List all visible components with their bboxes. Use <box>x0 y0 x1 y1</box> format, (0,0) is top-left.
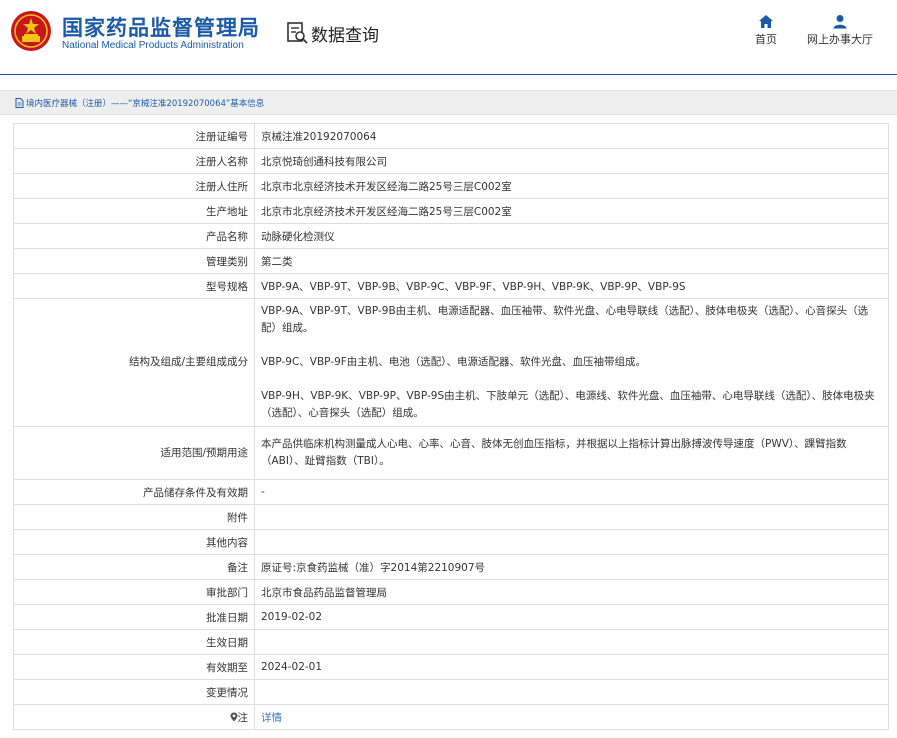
national-emblem-icon <box>11 11 51 51</box>
row-label: 注册人住所 <box>13 173 255 199</box>
pin-icon <box>230 712 237 721</box>
row-value: 详情 <box>254 704 889 730</box>
table-row: 管理类别 第二类 <box>13 248 889 274</box>
row-label: 生效日期 <box>13 629 255 655</box>
breadcrumb-text: 境内医疗器械（注册）——“京械注准20192070064”基本信息 <box>26 98 265 109</box>
row-label: 变更情况 <box>13 679 255 705</box>
table-row: 审批部门 北京市食品药品监督管理局 <box>13 579 889 605</box>
table-row: 产品名称 动脉硬化检测仪 <box>13 223 889 249</box>
row-label: 注 <box>13 704 255 730</box>
row-value: 原证号:京食药监械（准）字2014第2210907号 <box>254 554 889 580</box>
row-value: VBP-9A、VBP-9T、VBP-9B由主机、电源适配器、血压袖带、软件光盘、… <box>254 298 889 427</box>
data-query-title: 数据查询 <box>286 20 379 46</box>
composition-paragraph: VBP-9H、VBP-9K、VBP-9P、VBP-9S由主机、下肢单元（选配）、… <box>261 390 875 419</box>
note-label: 注 <box>237 711 249 724</box>
nav-online-hall-link[interactable]: 网上办事大厅 <box>806 14 874 47</box>
table-row: 生效日期 <box>13 629 889 655</box>
row-label: 注册证编号 <box>13 123 255 149</box>
user-icon <box>833 15 847 29</box>
table-row: 注册人名称 北京悦琦创通科技有限公司 <box>13 148 889 174</box>
table-row: 注册人住所 北京市北京经济技术开发区经海二路25号三层C002室 <box>13 173 889 199</box>
table-row: 型号规格 VBP-9A、VBP-9T、VBP-9B、VBP-9C、VBP-9F、… <box>13 273 889 299</box>
row-value: - <box>254 479 889 505</box>
row-label: 产品名称 <box>13 223 255 249</box>
row-value: 北京悦琦创通科技有限公司 <box>254 148 889 174</box>
table-row: 产品储存条件及有效期 - <box>13 479 889 505</box>
row-label: 注册人名称 <box>13 148 255 174</box>
table-row: 注册证编号 京械注准20192070064 <box>13 123 889 149</box>
table-row: 批准日期 2019-02-02 <box>13 604 889 630</box>
row-value: 本产品供临床机构测量成人心电、心率、心音、肢体无创血压指标，并根据以上指标计算出… <box>254 426 889 480</box>
document-search-icon <box>287 22 308 44</box>
table-row: 备注 原证号:京食药监械（准）字2014第2210907号 <box>13 554 889 580</box>
nav-home-label: 首页 <box>755 33 777 46</box>
document-icon <box>15 97 24 108</box>
row-label: 适用范围/预期用途 <box>13 426 255 480</box>
row-label: 结构及组成/主要组成成分 <box>13 298 255 427</box>
brand-subtitle: National Medical Products Administration <box>62 40 244 51</box>
row-value: 北京市北京经济技术开发区经海二路25号三层C002室 <box>254 198 889 224</box>
breadcrumb: 境内医疗器械（注册）——“京械注准20192070064”基本信息 <box>0 90 897 115</box>
row-value: 北京市食品药品监督管理局 <box>254 579 889 605</box>
home-icon <box>759 15 773 28</box>
table-row: 其他内容 <box>13 529 889 555</box>
row-value: 京械注准20192070064 <box>254 123 889 149</box>
row-value <box>254 504 889 530</box>
brand-title: 国家药品监督管理局 <box>62 16 260 40</box>
row-value: 动脉硬化检测仪 <box>254 223 889 249</box>
row-label: 生产地址 <box>13 198 255 224</box>
table-row: 生产地址 北京市北京经济技术开发区经海二路25号三层C002室 <box>13 198 889 224</box>
row-label: 批准日期 <box>13 604 255 630</box>
row-value: 2019-02-02 <box>254 604 889 630</box>
table-row: 有效期至 2024-02-01 <box>13 654 889 680</box>
row-label: 附件 <box>13 504 255 530</box>
row-label: 型号规格 <box>13 273 255 299</box>
data-query-label: 数据查询 <box>311 25 379 46</box>
row-value: 第二类 <box>254 248 889 274</box>
registration-info-table: 注册证编号 京械注准20192070064 注册人名称 北京悦琦创通科技有限公司… <box>13 123 889 730</box>
row-value <box>254 679 889 705</box>
table-row: 结构及组成/主要组成成分 VBP-9A、VBP-9T、VBP-9B由主机、电源适… <box>13 298 889 427</box>
table-row: 附件 <box>13 504 889 530</box>
row-value <box>254 529 889 555</box>
table-row: 变更情况 <box>13 679 889 705</box>
composition-paragraph: VBP-9C、VBP-9F由主机、电池（选配）、电源适配器、软件光盘、血压袖带组… <box>261 356 647 368</box>
detail-link[interactable]: 详情 <box>261 712 282 724</box>
row-value <box>254 629 889 655</box>
nav-online-hall-label: 网上办事大厅 <box>807 33 873 46</box>
row-label: 审批部门 <box>13 579 255 605</box>
row-value: VBP-9A、VBP-9T、VBP-9B、VBP-9C、VBP-9F、VBP-9… <box>254 273 889 299</box>
composition-paragraph: VBP-9A、VBP-9T、VBP-9B由主机、电源适配器、血压袖带、软件光盘、… <box>261 305 869 334</box>
row-label: 产品储存条件及有效期 <box>13 479 255 505</box>
row-label: 管理类别 <box>13 248 255 274</box>
table-row: 适用范围/预期用途 本产品供临床机构测量成人心电、心率、心音、肢体无创血压指标，… <box>13 426 889 480</box>
row-value: 2024-02-01 <box>254 654 889 680</box>
site-header: 国家药品监督管理局 National Medical Products Admi… <box>0 0 897 74</box>
row-label: 有效期至 <box>13 654 255 680</box>
row-label: 备注 <box>13 554 255 580</box>
row-value: 北京市北京经济技术开发区经海二路25号三层C002室 <box>254 173 889 199</box>
nav-home-link[interactable]: 首页 <box>752 14 780 47</box>
header-divider <box>0 74 897 75</box>
row-label: 其他内容 <box>13 529 255 555</box>
table-row: 注 详情 <box>13 704 889 730</box>
